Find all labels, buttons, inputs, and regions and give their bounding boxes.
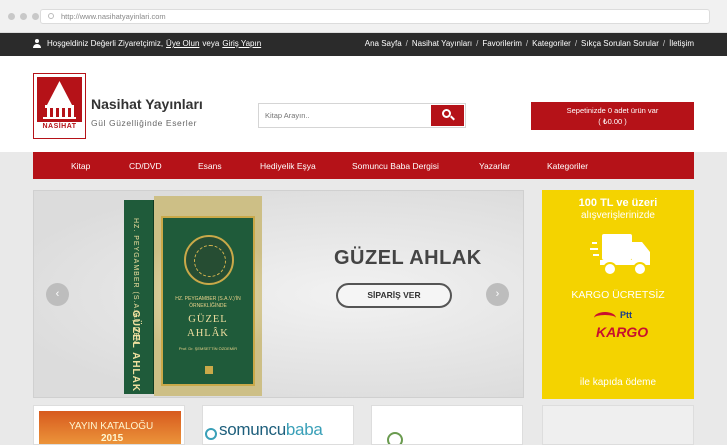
book-title-line1: GÜZEL bbox=[188, 314, 228, 325]
promo-line3: KARGO ÜCRETSİZ bbox=[571, 289, 665, 301]
window-controls bbox=[8, 13, 39, 20]
catalog-title: YAYIN KATALOĞU bbox=[69, 421, 154, 432]
topnav-favorites[interactable]: Favorilerim bbox=[482, 39, 522, 48]
slider-next-arrow-icon[interactable]: › bbox=[486, 283, 509, 306]
dome-icon bbox=[37, 77, 82, 122]
url-text: http://www.nasihatyayinlari.com bbox=[61, 12, 166, 21]
catalog-card[interactable]: YAYIN KATALOĞU 2015 bbox=[33, 405, 185, 445]
browser-chrome: http://www.nasihatyayinlari.com bbox=[0, 0, 727, 33]
welcome-text: Hoşgeldiniz Değerli Ziyaretçimiz, bbox=[47, 39, 164, 48]
nav-item-yazarlar[interactable]: Yazarlar bbox=[479, 161, 510, 171]
topnav-separator: / bbox=[525, 39, 529, 48]
brand-tagline: Gül Güzelliğinde Eserler bbox=[91, 118, 198, 128]
nav-item-hediyelik[interactable]: Hediyelik Eşya bbox=[260, 161, 316, 171]
topnav-contact[interactable]: İletişim bbox=[669, 39, 694, 48]
promo-line2: alışverişlerinizde bbox=[581, 210, 655, 221]
user-icon bbox=[33, 39, 41, 48]
topnav-separator: / bbox=[662, 39, 666, 48]
book-cover: HZ. PEYGAMBER (S.A.V.)'İN ÖRNEKLİĞİNDE G… bbox=[154, 196, 262, 396]
topnav-separator: / bbox=[476, 39, 479, 48]
publisher-logo-icon bbox=[205, 366, 213, 374]
logo-text: NASİHAT bbox=[42, 123, 77, 130]
nav-item-cd-dvd[interactable]: CD/DVD bbox=[129, 161, 162, 171]
welcome-message: Hoşgeldiniz Değerli Ziyaretçimiz, Üye Ol… bbox=[33, 39, 261, 48]
book-title-line2: AHLÂK bbox=[187, 328, 229, 339]
brand-name[interactable]: Nasihat Yayınları bbox=[91, 96, 203, 112]
register-link[interactable]: Üye Olun bbox=[166, 39, 199, 48]
ptt-brand-text: Ptt bbox=[620, 310, 632, 320]
promo-line1: 100 TL ve üzeri bbox=[578, 197, 658, 209]
free-shipping-banner[interactable]: 100 TL ve üzeri alışverişlerinizde KARGO… bbox=[542, 190, 694, 399]
search-box bbox=[258, 103, 466, 128]
nav-item-esans[interactable]: Esans bbox=[198, 161, 222, 171]
book-image[interactable]: HZ. PEYGAMBER (S.A.V.) DEN GÜZEL AHLAK H… bbox=[124, 196, 262, 396]
calligraphy-medallion-icon bbox=[184, 235, 234, 285]
order-button[interactable]: SİPARİŞ VER bbox=[336, 283, 452, 308]
topnav-categories[interactable]: Kategoriler bbox=[532, 39, 571, 48]
catalog-banner: YAYIN KATALOĞU 2015 bbox=[39, 411, 181, 444]
hero-slider: HZ. PEYGAMBER (S.A.V.) DEN GÜZEL AHLAK H… bbox=[33, 190, 524, 398]
truck-icon bbox=[590, 234, 650, 276]
site-logo[interactable]: NASİHAT bbox=[33, 73, 86, 139]
login-link[interactable]: Giriş Yapın bbox=[222, 39, 261, 48]
promo-line4: ile kapıda ödeme bbox=[579, 377, 657, 388]
book-author: Prof. Dr. ŞEMSETTİN ÖZDEMİR bbox=[178, 346, 238, 351]
top-bar: Hoşgeldiniz Değerli Ziyaretçimiz, Üye Ol… bbox=[0, 33, 727, 56]
nav-item-kategoriler[interactable]: Kategoriler bbox=[547, 161, 588, 171]
ptt-swoosh-icon bbox=[594, 312, 616, 324]
ptt-kargo-logo: Ptt KARGO bbox=[592, 308, 650, 356]
or-text: veya bbox=[202, 39, 220, 48]
topnav-separator: / bbox=[574, 39, 578, 48]
topnav-home[interactable]: Ana Sayfa bbox=[365, 39, 402, 48]
nav-item-somuncu-baba[interactable]: Somuncu Baba Dergisi bbox=[352, 161, 439, 171]
topnav-separator: / bbox=[405, 39, 408, 48]
empty-card[interactable] bbox=[542, 405, 694, 445]
globe-icon bbox=[48, 13, 54, 19]
minimize-window-dot[interactable] bbox=[20, 13, 27, 20]
somuncu-logo-part2: baba bbox=[285, 420, 323, 439]
search-icon-handle bbox=[450, 115, 455, 121]
site-header: NASİHAT Nasihat Yayınları Gül Güzelliğin… bbox=[0, 56, 727, 152]
search-input[interactable] bbox=[259, 104, 429, 127]
cart-count-text: Sepetinizde 0 adet ürün var bbox=[566, 106, 659, 115]
somuncu-baba-logo: somuncubaba bbox=[219, 420, 323, 440]
close-window-dot[interactable] bbox=[8, 13, 15, 20]
topnav-nasihat[interactable]: Nasihat Yayınları bbox=[412, 39, 472, 48]
somuncu-baba-logo-icon bbox=[205, 428, 217, 440]
address-bar[interactable]: http://www.nasihatyayinlari.com bbox=[40, 9, 710, 24]
partner-card[interactable] bbox=[371, 405, 523, 445]
logo-emblem bbox=[37, 77, 82, 122]
book-subtitle: HZ. PEYGAMBER (S.A.V.)'İN ÖRNEKLİĞİNDE bbox=[175, 296, 241, 309]
nav-item-kitap[interactable]: Kitap bbox=[71, 161, 90, 171]
cart-total-text: ( ₺0.00 ) bbox=[598, 117, 627, 126]
cart-summary[interactable]: Sepetinizde 0 adet ürün var ( ₺0.00 ) bbox=[531, 102, 694, 130]
somuncu-baba-card[interactable]: somuncubaba bbox=[202, 405, 354, 445]
book-spine-title: GÜZEL AHLAK bbox=[130, 310, 141, 393]
slide-title: GÜZEL AHLAK bbox=[334, 247, 482, 269]
main-nav: Kitap CD/DVD Esans Hediyelik Eşya Somunc… bbox=[33, 152, 694, 179]
ptt-kargo-text: KARGO bbox=[596, 324, 649, 340]
topnav-faq[interactable]: Sıkça Sorulan Sorular bbox=[581, 39, 659, 48]
book-cover-panel: HZ. PEYGAMBER (S.A.V.)'İN ÖRNEKLİĞİNDE G… bbox=[161, 216, 255, 386]
book-spine: HZ. PEYGAMBER (S.A.V.) DEN GÜZEL AHLAK bbox=[124, 200, 154, 394]
slider-prev-arrow-icon[interactable]: ‹ bbox=[46, 283, 69, 306]
top-nav: Ana Sayfa / Nasihat Yayınları / Favorile… bbox=[365, 39, 694, 48]
maximize-window-dot[interactable] bbox=[32, 13, 39, 20]
somuncu-logo-part1: somuncu bbox=[219, 420, 286, 439]
search-button[interactable] bbox=[431, 105, 464, 126]
book-title: GÜZEL AHLÂK bbox=[163, 313, 253, 341]
